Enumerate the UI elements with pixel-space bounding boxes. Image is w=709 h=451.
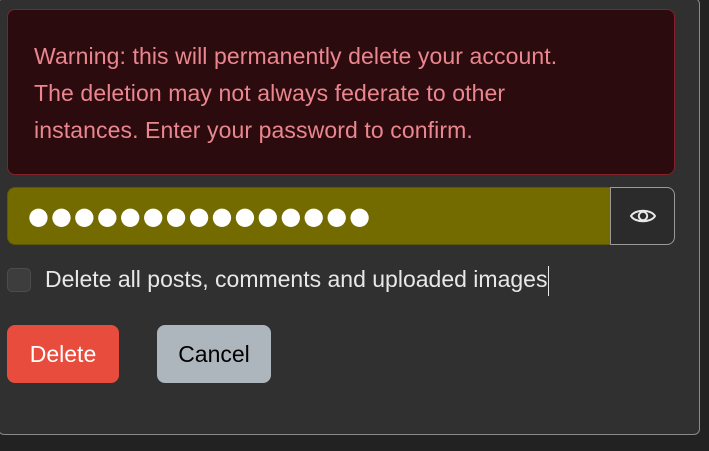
delete-content-label[interactable]: Delete all posts, comments and uploaded … [45, 265, 550, 296]
warning-line-3: instances. Enter your password to confir… [34, 117, 473, 143]
warning-line-2: The deletion may not always federate to … [34, 80, 506, 106]
warning-alert: Warning: this will permanently delete yo… [7, 9, 675, 175]
warning-line-1: Warning: this will permanently delete yo… [34, 43, 558, 69]
delete-content-label-text: Delete all posts, comments and uploaded … [45, 266, 548, 292]
eye-icon [629, 209, 656, 223]
password-input-group: ●●●●●●●●●●●●●●● [7, 187, 675, 245]
show-password-button[interactable] [610, 187, 675, 245]
delete-content-checkbox[interactable] [7, 268, 31, 293]
delete-content-option: Delete all posts, comments and uploaded … [7, 265, 550, 296]
password-field[interactable]: ●●●●●●●●●●●●●●● [7, 187, 610, 245]
text-caret [548, 265, 550, 296]
cancel-button[interactable]: Cancel [157, 325, 271, 383]
delete-button[interactable]: Delete [7, 325, 119, 383]
